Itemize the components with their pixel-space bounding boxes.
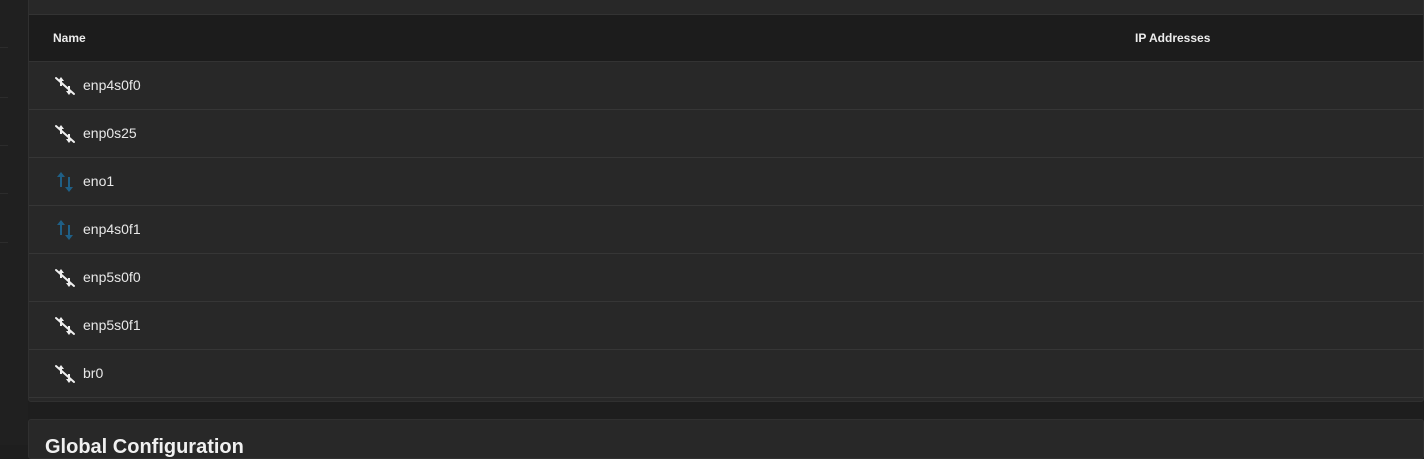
- rail-divider: [0, 97, 8, 98]
- table-row[interactable]: eno1: [29, 158, 1423, 206]
- global-configuration-title: Global Configuration: [45, 436, 244, 458]
- table-row[interactable]: enp5s0f0: [29, 254, 1423, 302]
- link-down-icon: [53, 362, 77, 386]
- link-up-icon: [53, 218, 77, 242]
- interface-name: enp5s0f0: [83, 269, 141, 285]
- interface-name: enp0s25: [83, 125, 137, 141]
- link-down-icon: [53, 74, 77, 98]
- column-header-ip-addresses[interactable]: IP Addresses: [1135, 15, 1210, 61]
- link-up-icon: [53, 170, 77, 194]
- interfaces-card: Name IP Addresses enp4s0f0 enp0s25 eno1 …: [28, 0, 1424, 402]
- interface-name: br0: [83, 365, 104, 381]
- interfaces-table-header: Name IP Addresses: [29, 14, 1423, 62]
- global-configuration-card: Global Configuration: [28, 419, 1424, 459]
- rail-divider: [0, 242, 8, 243]
- link-down-icon: [53, 266, 77, 290]
- interface-name: enp4s0f0: [83, 77, 141, 93]
- table-row[interactable]: enp5s0f1: [29, 302, 1423, 350]
- rail-divider: [0, 47, 8, 48]
- left-rail: [0, 0, 28, 445]
- table-row[interactable]: enp4s0f0: [29, 62, 1423, 110]
- table-row[interactable]: enp0s25: [29, 110, 1423, 158]
- rail-divider: [0, 145, 8, 146]
- table-row[interactable]: br0: [29, 350, 1423, 398]
- interface-name: enp4s0f1: [83, 221, 141, 237]
- interface-name: eno1: [83, 173, 115, 189]
- column-header-name[interactable]: Name: [53, 15, 86, 61]
- interfaces-table-body: enp4s0f0 enp0s25 eno1 enp4s0f1 enp5s0f0 …: [29, 62, 1423, 398]
- rail-divider: [0, 193, 8, 194]
- link-down-icon: [53, 314, 77, 338]
- link-down-icon: [53, 122, 77, 146]
- interface-name: enp5s0f1: [83, 317, 141, 333]
- table-row[interactable]: enp4s0f1: [29, 206, 1423, 254]
